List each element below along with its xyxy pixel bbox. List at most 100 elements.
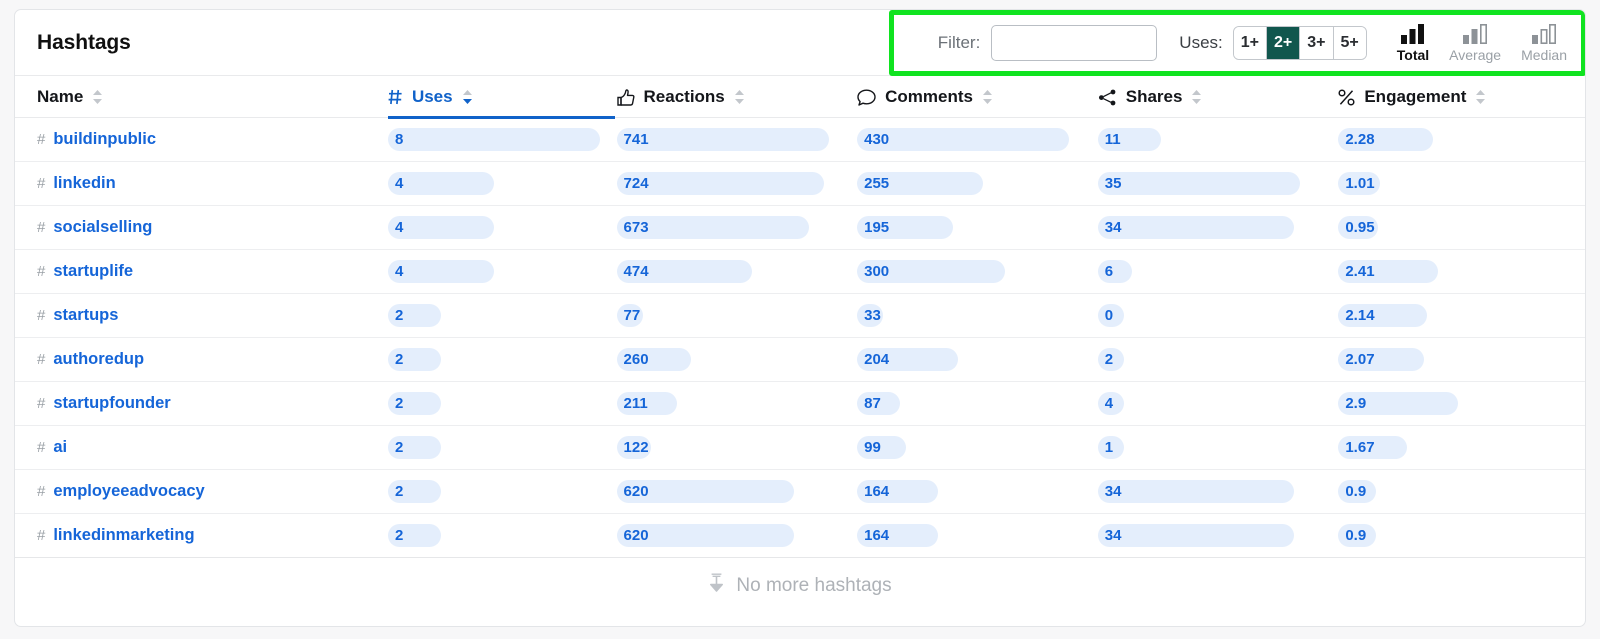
hash-sign-icon: # — [37, 395, 46, 412]
filter-input[interactable] — [991, 24, 1158, 61]
sort-icon-uses[interactable] — [462, 89, 473, 105]
hashtags-card: Hashtags Filter: Uses: 1+ 2+ 3+ 5+ Total… — [14, 9, 1586, 627]
metric-bar-engagement: 2.9 — [1338, 392, 1585, 415]
cell-engagement: 2.28 — [1338, 117, 1585, 162]
hash-sign-icon: # — [37, 219, 46, 236]
uses-option-3plus[interactable]: 3+ — [1300, 26, 1334, 59]
metric-value: 164 — [864, 483, 890, 500]
cell-reactions: 211 — [616, 381, 858, 426]
metric-value: 430 — [864, 131, 890, 148]
metric-bar-uses: 4 — [387, 172, 617, 195]
hashtag-link[interactable]: ai — [53, 438, 67, 457]
column-header-shares[interactable]: Shares — [1097, 76, 1339, 118]
uses-option-1plus[interactable]: 1+ — [1233, 26, 1268, 59]
metric-bar-uses: 2 — [387, 304, 617, 327]
table-row: # startups 2 77 33 0 2.14 — [15, 293, 1585, 338]
metric-value: 11 — [1104, 131, 1121, 148]
aggregation-total[interactable]: Total — [1397, 23, 1429, 63]
column-header-engagement[interactable]: Engagement — [1338, 76, 1585, 118]
no-more-results-note: No more hashtags — [15, 558, 1585, 614]
metric-bar-uses: 2 — [387, 392, 617, 415]
metric-value: 99 — [864, 439, 881, 456]
cell-comments: 300 — [857, 249, 1098, 294]
filter-group: Filter: — [938, 24, 1158, 61]
metric-bar-uses: 8 — [387, 128, 617, 151]
metric-value: 8 — [394, 131, 404, 148]
cell-shares: 34 — [1097, 205, 1339, 250]
metric-value: 620 — [623, 527, 649, 544]
metric-bar-reactions: 673 — [616, 216, 858, 239]
metric-bar-comments: 99 — [857, 436, 1098, 459]
hash-sign-icon: # — [37, 439, 46, 456]
metric-bar-comments: 87 — [857, 392, 1098, 415]
metric-value: 0 — [1104, 307, 1114, 324]
cell-uses: 2 — [387, 381, 617, 426]
hashtag-link[interactable]: startups — [53, 306, 118, 325]
metric-bar-fill — [1097, 172, 1300, 195]
cell-engagement: 2.14 — [1338, 293, 1585, 338]
metric-value: 2 — [1104, 351, 1114, 368]
column-label-engagement: Engagement — [1364, 87, 1467, 106]
table-row: # authoredup 2 260 204 2 2.07 — [15, 337, 1585, 382]
cell-name: # buildinpublic — [15, 117, 388, 162]
metric-bar-comments: 164 — [857, 480, 1098, 503]
metric-bar-uses: 2 — [387, 524, 617, 547]
metric-value: 2.41 — [1345, 263, 1375, 280]
toolbar: Filter: Uses: 1+ 2+ 3+ 5+ Total Average … — [888, 10, 1585, 76]
sort-icon-name[interactable] — [92, 89, 103, 105]
table-row: # socialselling 4 673 195 34 0.95 — [15, 205, 1585, 250]
sort-icon-shares[interactable] — [1191, 89, 1202, 105]
metric-value: 122 — [623, 439, 649, 456]
column-header-comments[interactable]: Comments — [857, 76, 1098, 118]
metric-bar-comments: 33 — [857, 304, 1098, 327]
metric-value: 2 — [394, 307, 404, 324]
hashtag-link[interactable]: linkedin — [53, 174, 115, 193]
sort-icon-reactions[interactable] — [734, 89, 745, 105]
sort-icon-engagement[interactable] — [1475, 89, 1486, 105]
metric-value: 2 — [394, 483, 404, 500]
metric-value: 2.9 — [1345, 395, 1367, 412]
uses-option-5plus[interactable]: 5+ — [1333, 26, 1366, 59]
cell-shares: 11 — [1097, 117, 1339, 162]
hashtag-link[interactable]: employeeadvocacy — [53, 482, 204, 501]
thumbs-up-icon — [616, 88, 635, 106]
column-label-uses: Uses — [411, 87, 453, 106]
metric-bar-fill — [387, 260, 494, 283]
cell-name: # linkedin — [15, 161, 388, 206]
column-header-reactions[interactable]: Reactions — [616, 76, 858, 118]
hash-sign-icon: # — [37, 483, 46, 500]
metric-value: 211 — [623, 395, 648, 412]
cell-comments: 430 — [857, 117, 1098, 162]
hash-sign-icon: # — [37, 175, 46, 192]
metric-value: 77 — [623, 307, 641, 324]
hashtag-link[interactable]: startupfounder — [53, 394, 170, 413]
hashtag-link[interactable]: linkedinmarketing — [53, 526, 194, 545]
table-row: # employeeadvocacy 2 620 164 34 0.9 — [15, 469, 1585, 514]
bar-chart-filled-icon — [1400, 23, 1426, 45]
bar-chart-average-icon — [1462, 23, 1488, 45]
column-header-uses[interactable]: Uses — [387, 76, 617, 119]
metric-value: 4 — [394, 175, 404, 192]
aggregation-total-label: Total — [1396, 46, 1430, 63]
metric-bar-fill — [1097, 216, 1294, 239]
table-row: # ai 2 122 99 1 1.67 — [15, 425, 1585, 470]
hashtag-link[interactable]: authoredup — [53, 350, 144, 369]
uses-segmented-control[interactable]: 1+ 2+ 3+ 5+ — [1232, 25, 1367, 60]
cell-name: # startupfounder — [15, 381, 388, 426]
sort-icon-comments[interactable] — [982, 89, 993, 105]
metric-value: 1.67 — [1345, 439, 1375, 456]
cell-shares: 6 — [1097, 249, 1339, 294]
cell-comments: 195 — [857, 205, 1098, 250]
hashtag-link[interactable]: buildinpublic — [53, 130, 156, 149]
metric-bar-comments: 255 — [857, 172, 1098, 195]
cell-reactions: 77 — [616, 293, 858, 338]
hashtag-link[interactable]: socialselling — [53, 218, 152, 237]
uses-option-2plus[interactable]: 2+ — [1267, 26, 1301, 59]
metric-bar-shares: 4 — [1097, 392, 1339, 415]
hashtag-link[interactable]: startuplife — [53, 262, 133, 281]
aggregation-average[interactable]: Average — [1449, 23, 1501, 63]
aggregation-median[interactable]: Median — [1521, 23, 1567, 63]
metric-value: 204 — [864, 351, 890, 368]
column-header-name[interactable]: Name — [15, 76, 388, 118]
arrow-down-line-icon — [708, 573, 725, 600]
